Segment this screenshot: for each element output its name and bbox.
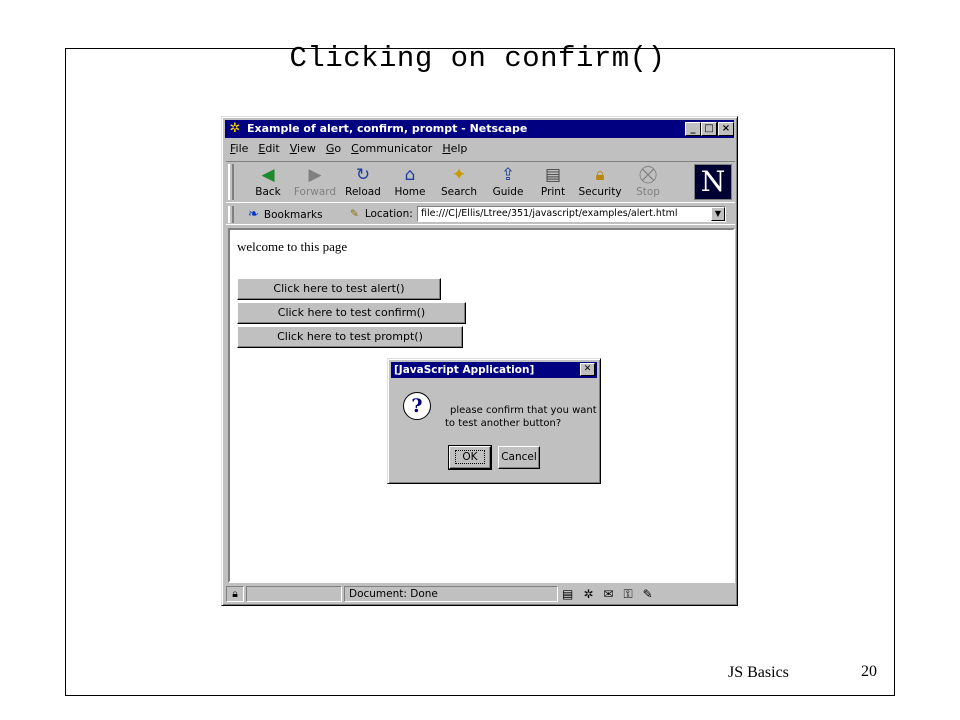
security-button[interactable]: 🔒︎ Security — [576, 164, 624, 202]
forward-arrow-icon: ▶ — [308, 165, 322, 185]
status-bar: 🔒︎ Document: Done ▤✲✉⚿✎ — [226, 585, 735, 603]
window-title: Example of alert, confirm, prompt - Nets… — [247, 122, 528, 135]
browser-window: ✲ Example of alert, confirm, prompt - Ne… — [221, 116, 738, 606]
confirm-dialog: [JavaScript Application] ✕ ? please conf… — [387, 358, 601, 484]
guide-button[interactable]: ⇪ Guide — [488, 164, 528, 202]
home-icon: ⌂ — [404, 165, 416, 185]
search-icon: ✦ — [451, 165, 467, 185]
print-button[interactable]: ▤ Print — [534, 164, 572, 202]
menu-view[interactable]: View — [290, 142, 316, 158]
browser-titlebar[interactable]: ✲ Example of alert, confirm, prompt - Ne… — [225, 120, 734, 138]
dialog-message: please confirm that you want to test ano… — [445, 405, 597, 429]
netscape-app-icon: ✲ — [229, 121, 241, 136]
close-button[interactable]: × — [718, 122, 734, 136]
stop-icon: ⛒ — [639, 165, 657, 185]
netscape-logo: N — [694, 164, 732, 200]
page-proxy-icon[interactable]: ✎ — [350, 208, 359, 220]
home-button[interactable]: ⌂ Home — [390, 164, 430, 202]
bookmarks-button[interactable]: ❧ Bookmarks — [248, 207, 323, 222]
welcome-text: welcome to this page — [237, 239, 348, 254]
page-number: 20 — [861, 663, 877, 680]
status-text: Document: Done — [344, 586, 558, 602]
menu-go[interactable]: Go — [326, 142, 341, 158]
menu-bar: File Edit View Go Communicator Help — [230, 142, 467, 158]
progress-meter — [246, 586, 342, 602]
component-bar-icons[interactable]: ▤✲✉⚿✎ — [562, 586, 663, 602]
menu-help[interactable]: Help — [442, 142, 467, 158]
stop-button[interactable]: ⛒ Stop — [630, 164, 666, 202]
url-input[interactable]: file:///C|/Ellis/Ltree/351/javascript/ex… — [417, 206, 726, 222]
guide-icon: ⇪ — [500, 165, 516, 185]
url-dropdown-button[interactable]: ▼ — [711, 207, 725, 221]
back-arrow-icon: ◀ — [261, 165, 275, 185]
bookmarks-icon: ❧ — [248, 207, 259, 222]
menu-file[interactable]: File — [230, 142, 248, 158]
location-toolbar: ❧ Bookmarks ✎ Location: file:///C|/Ellis/L… — [226, 205, 735, 225]
footer-label: JS Basics — [728, 664, 789, 681]
question-icon: ? — [403, 392, 431, 420]
dialog-titlebar[interactable]: [JavaScript Application] ✕ — [391, 362, 597, 378]
test-confirm-button[interactable]: Click here to test confirm() — [237, 302, 466, 324]
menu-communicator[interactable]: Communicator — [351, 142, 432, 158]
dialog-close-button[interactable]: ✕ — [580, 363, 595, 376]
back-button[interactable]: ◀ Back — [246, 164, 290, 202]
location-grip[interactable] — [228, 206, 234, 223]
test-alert-button[interactable]: Click here to test alert() — [237, 278, 441, 300]
reload-icon: ↻ — [355, 165, 371, 185]
navigation-toolbar: ◀ Back ▶ Forward ↻ Reload ⌂ Home ✦ Searc… — [226, 161, 735, 203]
lock-icon: 🔒︎ — [595, 165, 605, 185]
print-icon: ▤ — [544, 165, 562, 185]
security-status-icon[interactable]: 🔒︎ — [226, 586, 244, 602]
reload-button[interactable]: ↻ Reload — [342, 164, 384, 202]
toolbar-grip[interactable] — [228, 164, 234, 200]
search-button[interactable]: ✦ Search — [436, 164, 482, 202]
ok-button[interactable]: OK — [448, 445, 492, 470]
forward-button[interactable]: ▶ Forward — [292, 164, 338, 202]
maximize-button[interactable]: □ — [701, 122, 717, 136]
slide-title: Clicking on confirm() — [289, 42, 666, 75]
test-prompt-button[interactable]: Click here to test prompt() — [237, 326, 463, 348]
menu-edit[interactable]: Edit — [258, 142, 279, 158]
cancel-button[interactable]: Cancel — [498, 446, 540, 469]
minimize-button[interactable]: _ — [685, 122, 701, 136]
location-label: ✎ Location: — [350, 208, 413, 220]
page-content: welcome to this page Click here to test … — [228, 228, 735, 583]
